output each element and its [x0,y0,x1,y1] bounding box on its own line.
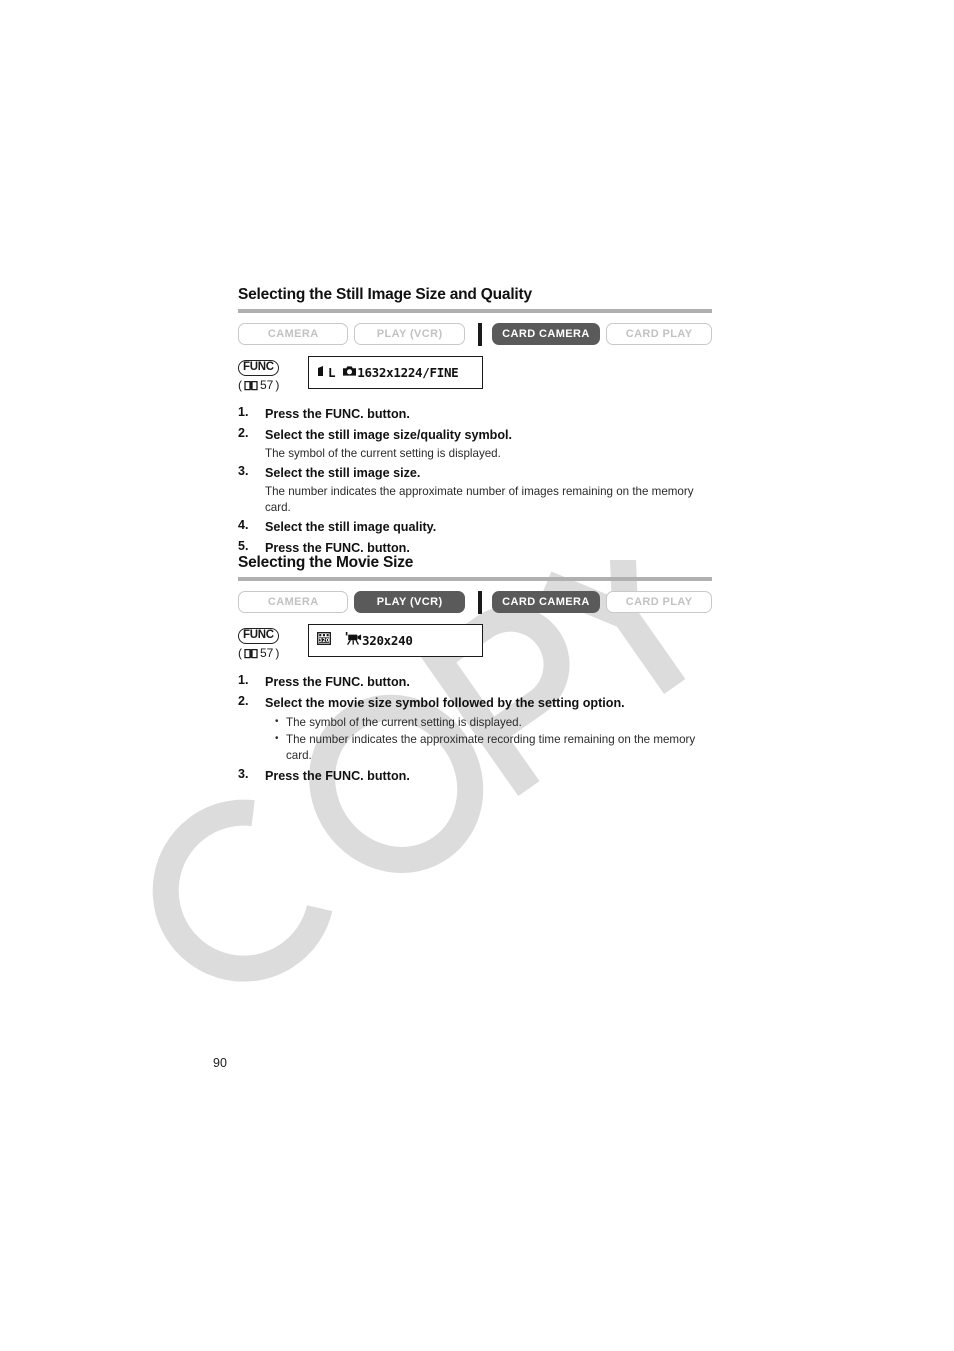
mode-button-camera[interactable]: CAMERA [238,591,349,613]
step-item: 3. Select the still image size. The numb… [238,464,712,516]
step-number: 5. [238,539,249,553]
mode-button-card-play[interactable]: CARD PLAY [606,323,712,345]
mode-separator [477,322,482,346]
heading-movie-size-wrap: Selecting the Movie Size [238,554,712,581]
func-reference-still: FUNC ( 57 ) [238,356,300,393]
mode-button-card-camera[interactable]: CARD CAMERA [491,591,601,613]
step-note: The symbol of the current setting is dis… [265,447,501,460]
movie-camera-icon [345,631,362,650]
page-title-movie-size: Selecting the Movie Size [238,554,414,571]
section-movie-size: Selecting the Movie Size CAMERA PLAY (VC… [238,554,712,788]
mode-button-row-still: CAMERA PLAY (VCR) CARD CAMERA CARD PLAY [238,322,712,346]
step-note: The number indicates the approximate num… [265,485,694,514]
movie-resolution-value: 320x240 [362,633,413,648]
svg-text:320: 320 [319,637,330,643]
step-bullet-list: The symbol of the current setting is dis… [265,714,712,765]
func-page-reference: ( 57 ) [238,378,300,393]
mode-button-card-play[interactable]: CARD PLAY [606,591,712,613]
movie-size-320-icon: 320 [317,631,331,650]
bullet-item: The number indicates the approximate rec… [275,731,712,765]
mode-button-play-vcr[interactable]: PLAY (VCR) [354,591,465,613]
lcd-display-still-image: L 1632x1224/FINE [308,356,483,389]
step-number: 2. [238,694,249,708]
step-number: 1. [238,405,249,419]
heading-still-image-wrap: Selecting the Still Image Size and Quali… [238,286,712,313]
func-page-reference: ( 57 ) [238,646,300,661]
func-page-number: 57 [260,378,274,392]
paren-open: ( [238,378,242,392]
heading-rule [238,577,712,581]
step-title: Select the still image size/quality symb… [265,428,513,442]
step-number: 4. [238,518,249,532]
step-title: Press the FUNC. button. [265,675,410,689]
mode-button-camera[interactable]: CAMERA [238,323,349,345]
book-icon [244,648,258,659]
step-item: 2. Select the still image size/quality s… [238,426,712,462]
step-title: Select the still image size. [265,466,421,480]
func-reference-movie: FUNC ( 57 ) [238,624,300,661]
steps-list-still-image: 1. Press the FUNC. button. 2. Select the… [238,405,712,558]
step-item: 4. Select the still image quality. [238,518,712,537]
step-title: Press the FUNC. button. [265,407,410,421]
heading-rule [238,309,712,313]
page-number: 90 [213,1056,227,1070]
func-page-number: 57 [260,646,274,660]
step-item: 1. Press the FUNC. button. [238,405,712,424]
step-number: 3. [238,766,249,781]
page-title-still-image: Selecting the Still Image Size and Quali… [238,286,532,303]
step-title: Press the FUNC. button. [265,768,410,783]
func-display-row-still: FUNC ( 57 ) L 1632x1224/FINE [238,356,712,393]
mode-button-row-movie: CAMERA PLAY (VCR) CARD CAMERA CARD PLAY [238,590,712,614]
step-item: 3. Press the FUNC. button. [238,767,712,786]
step-number: 1. [238,673,249,687]
quality-bar-icon [317,364,324,382]
step-number: 2. [238,426,249,440]
mode-button-card-camera[interactable]: CARD CAMERA [491,323,601,345]
steps-list-movie-size: 1. Press the FUNC. button. 2. Select the… [238,673,712,786]
still-resolution-value: 1632x1224/FINE [357,365,459,380]
step-item: 1. Press the FUNC. button. [238,673,712,692]
step-number: 3. [238,464,249,478]
step-item: 2. Select the movie size symbol followed… [238,694,712,765]
bullet-item: The symbol of the current setting is dis… [275,714,712,732]
book-icon [244,380,258,391]
still-size-letter: L [328,365,336,380]
func-display-row-movie: FUNC ( 57 ) 320 320x240 [238,624,712,661]
mode-button-play-vcr[interactable]: PLAY (VCR) [354,323,465,345]
func-badge: FUNC [238,628,279,644]
step-title: Select the still image quality. [265,520,437,534]
section-still-image: Selecting the Still Image Size and Quali… [238,286,712,560]
paren-open: ( [238,646,242,660]
lcd-display-movie-size: 320 320x240 [308,624,483,657]
still-camera-icon [342,364,357,382]
paren-close: ) [275,646,280,660]
mode-separator [477,590,482,614]
func-badge: FUNC [238,360,279,376]
step-title: Select the movie size symbol followed by… [265,696,625,710]
paren-close: ) [275,378,280,392]
